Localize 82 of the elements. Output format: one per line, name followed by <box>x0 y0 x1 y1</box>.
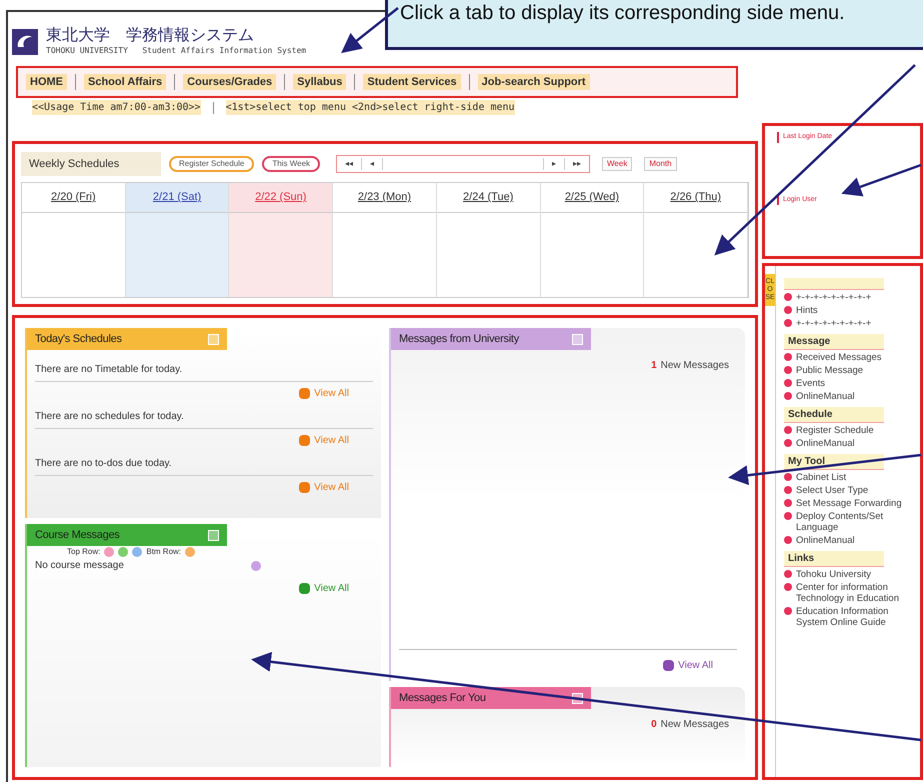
register-schedule-button[interactable]: Register Schedule <box>169 156 254 172</box>
info-text: <<Usage Time am7:00-am3:00>> <box>32 100 201 115</box>
side-menu-link[interactable]: OnlineManual <box>784 391 916 402</box>
day-header-link[interactable]: 2/25 (Wed) <box>564 189 620 206</box>
side-menu-link[interactable]: Hints <box>784 305 916 316</box>
side-menu-link[interactable]: Public Message <box>784 365 916 376</box>
status-icon <box>185 547 196 557</box>
new-messages-label: New Messages <box>660 359 729 373</box>
bullet-icon <box>784 426 792 434</box>
side-menu-link[interactable]: Events <box>784 378 916 389</box>
menu-heading: Schedule <box>784 407 884 423</box>
side-menu-link[interactable]: +-+-+-+-+-+-+-+-+ <box>784 318 916 329</box>
status-icon <box>132 547 142 557</box>
panel-title: Messages For You <box>399 690 486 706</box>
panel-title: Weekly Schedules <box>21 152 161 176</box>
row-label: Top Row: <box>67 546 100 558</box>
bullet-icon <box>784 583 792 591</box>
schedule-message: There are no schedules for today. <box>35 405 373 429</box>
nav-tab[interactable]: School Affairs <box>84 74 166 90</box>
expand-icon[interactable] <box>572 692 583 704</box>
bullet-icon <box>784 607 792 615</box>
university-logo-icon <box>12 29 38 55</box>
day-header-link[interactable]: 2/26 (Thu) <box>670 189 722 206</box>
schedule-message: There are no to-dos due today. <box>35 452 373 476</box>
bullet-icon <box>784 439 792 447</box>
nav-tab[interactable]: Student Services <box>363 74 461 90</box>
bullet-icon <box>784 306 792 314</box>
bullet-icon <box>784 570 792 578</box>
side-menu-link[interactable]: Register Schedule <box>784 425 916 436</box>
day-header-link[interactable]: 2/23 (Mon) <box>358 189 412 206</box>
system-subtitle: TOHOKU UNIVERSITY Student Affairs Information System <box>46 45 306 57</box>
bullet-icon <box>784 473 792 481</box>
status-icon <box>104 547 114 557</box>
bullet-icon <box>784 512 792 520</box>
menu-heading: Message <box>784 334 884 350</box>
panel-title: Course Messages <box>35 528 120 543</box>
nav-tab[interactable]: Courses/Grades <box>183 74 276 90</box>
side-menu-link[interactable]: Select User Type <box>784 485 916 496</box>
status-icon <box>118 547 128 557</box>
row-label: Btm Row: <box>146 546 182 558</box>
status-icon <box>251 560 261 570</box>
bullet-icon <box>784 499 792 507</box>
side-menu-link[interactable]: Tohoku University <box>784 569 916 580</box>
panel-title: Today's Schedules <box>35 332 122 347</box>
side-menu-link[interactable]: OnlineManual <box>784 438 916 449</box>
empty-message: No course message <box>35 559 124 573</box>
side-menu-link[interactable]: Cabinet List <box>784 472 916 483</box>
bullet-icon <box>784 319 792 327</box>
view-button[interactable]: Month <box>644 157 677 171</box>
bullet-icon <box>784 353 792 361</box>
bullet-icon <box>784 536 792 544</box>
bullet-icon <box>784 293 792 301</box>
side-menu-link[interactable]: +-+-+-+-+-+-+-+-+ <box>784 292 916 303</box>
view-all-link[interactable]: View All <box>299 581 349 596</box>
bullet-icon <box>784 392 792 400</box>
info-text: <1st>select top menu <2nd>select right-side menu <box>226 100 515 115</box>
side-menu-link[interactable]: Set Message Forwarding <box>784 498 916 509</box>
bullet-icon <box>784 486 792 494</box>
bullet-icon <box>784 379 792 387</box>
day-header-link[interactable]: 2/24 (Tue) <box>463 189 514 206</box>
new-messages-label: New Messages <box>660 718 729 732</box>
bullet-icon <box>784 366 792 374</box>
new-message-count: 0 <box>651 718 657 732</box>
new-message-count: 1 <box>651 359 657 373</box>
nav-tab[interactable]: Syllabus <box>293 74 346 90</box>
side-menu-link[interactable]: Deploy Contents/Set Language <box>784 511 916 533</box>
callout-text: Click a tab to display its corresponding side menu. <box>400 2 846 24</box>
side-menu-link[interactable]: Education Information System Online Guide <box>784 606 916 628</box>
schedule-message: There are no Timetable for today. <box>35 358 373 382</box>
day-header-link[interactable]: 2/20 (Fri) <box>51 189 96 206</box>
side-menu-link[interactable]: Received Messages <box>784 352 916 363</box>
system-title: 東北大学 学務情報システム <box>46 27 255 45</box>
side-menu-link[interactable]: Center for information Technology in Education <box>784 582 916 604</box>
nav-tab[interactable]: Job-search Support <box>478 74 590 90</box>
menu-heading: Links <box>784 551 884 567</box>
annotation-arrow <box>341 7 399 54</box>
view-all-link[interactable]: View All <box>663 658 713 673</box>
panel-title: Messages from University <box>399 332 519 347</box>
view-button[interactable]: Week <box>602 157 632 171</box>
nav-tab[interactable]: HOME <box>26 74 67 90</box>
side-menu-link[interactable]: OnlineManual <box>784 535 916 546</box>
this-week-button[interactable]: This Week <box>262 156 320 172</box>
